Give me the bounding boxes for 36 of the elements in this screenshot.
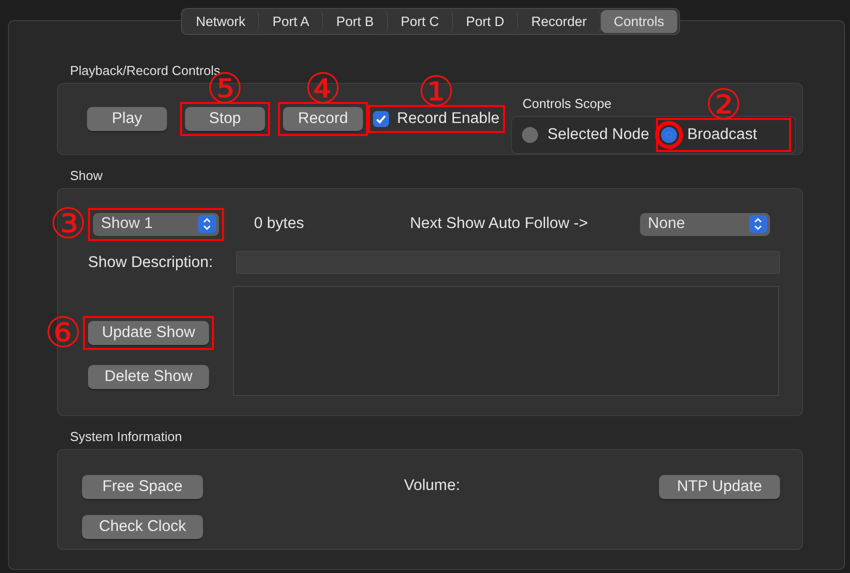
push-button[interactable]: Stop xyxy=(185,107,265,131)
group-title: Controls Scope xyxy=(522,96,612,111)
checkbox-label: Record Enable xyxy=(397,110,500,128)
callout-number: ① xyxy=(417,71,456,113)
show-select[interactable]: Show 1 xyxy=(93,212,219,236)
checkbox[interactable] xyxy=(373,111,389,127)
tab[interactable]: Controls xyxy=(600,10,678,33)
callout-number: ④ xyxy=(304,68,342,110)
tab[interactable]: Network xyxy=(182,10,260,33)
stepper-icon xyxy=(198,215,216,233)
show-size: 0 bytes xyxy=(254,215,304,233)
callout-number: ⑥ xyxy=(44,312,82,354)
push-button[interactable]: Update Show xyxy=(88,321,209,345)
push-button[interactable]: NTP Update xyxy=(659,475,780,499)
section-title: Show xyxy=(70,168,103,183)
callout-number: ② xyxy=(704,84,742,126)
radio-label: Selected Node xyxy=(548,126,650,144)
push-button[interactable]: Play xyxy=(87,107,167,131)
callout-number: ③ xyxy=(49,203,87,245)
push-button[interactable]: Free Space xyxy=(82,475,203,499)
radio-label: Broadcast xyxy=(687,126,758,144)
stepper-icon xyxy=(748,215,767,233)
push-button[interactable]: Record xyxy=(283,107,363,131)
tab[interactable]: Port C xyxy=(388,10,453,33)
description-label: Show Description: xyxy=(88,254,214,272)
radio-button[interactable] xyxy=(661,127,678,143)
radio-button[interactable] xyxy=(522,127,538,143)
tab[interactable]: Port B xyxy=(323,10,388,33)
volume-label: Volume: xyxy=(404,477,460,495)
push-button[interactable]: Check Clock xyxy=(82,515,203,539)
push-button[interactable]: Delete Show xyxy=(88,365,209,389)
tab[interactable]: Port D xyxy=(453,10,518,33)
tab[interactable]: Port A xyxy=(259,10,324,33)
auto-follow-label: Next Show Auto Follow -> xyxy=(410,215,588,233)
section-title: System Information xyxy=(70,429,182,444)
auto-follow-select[interactable]: None xyxy=(640,212,770,236)
